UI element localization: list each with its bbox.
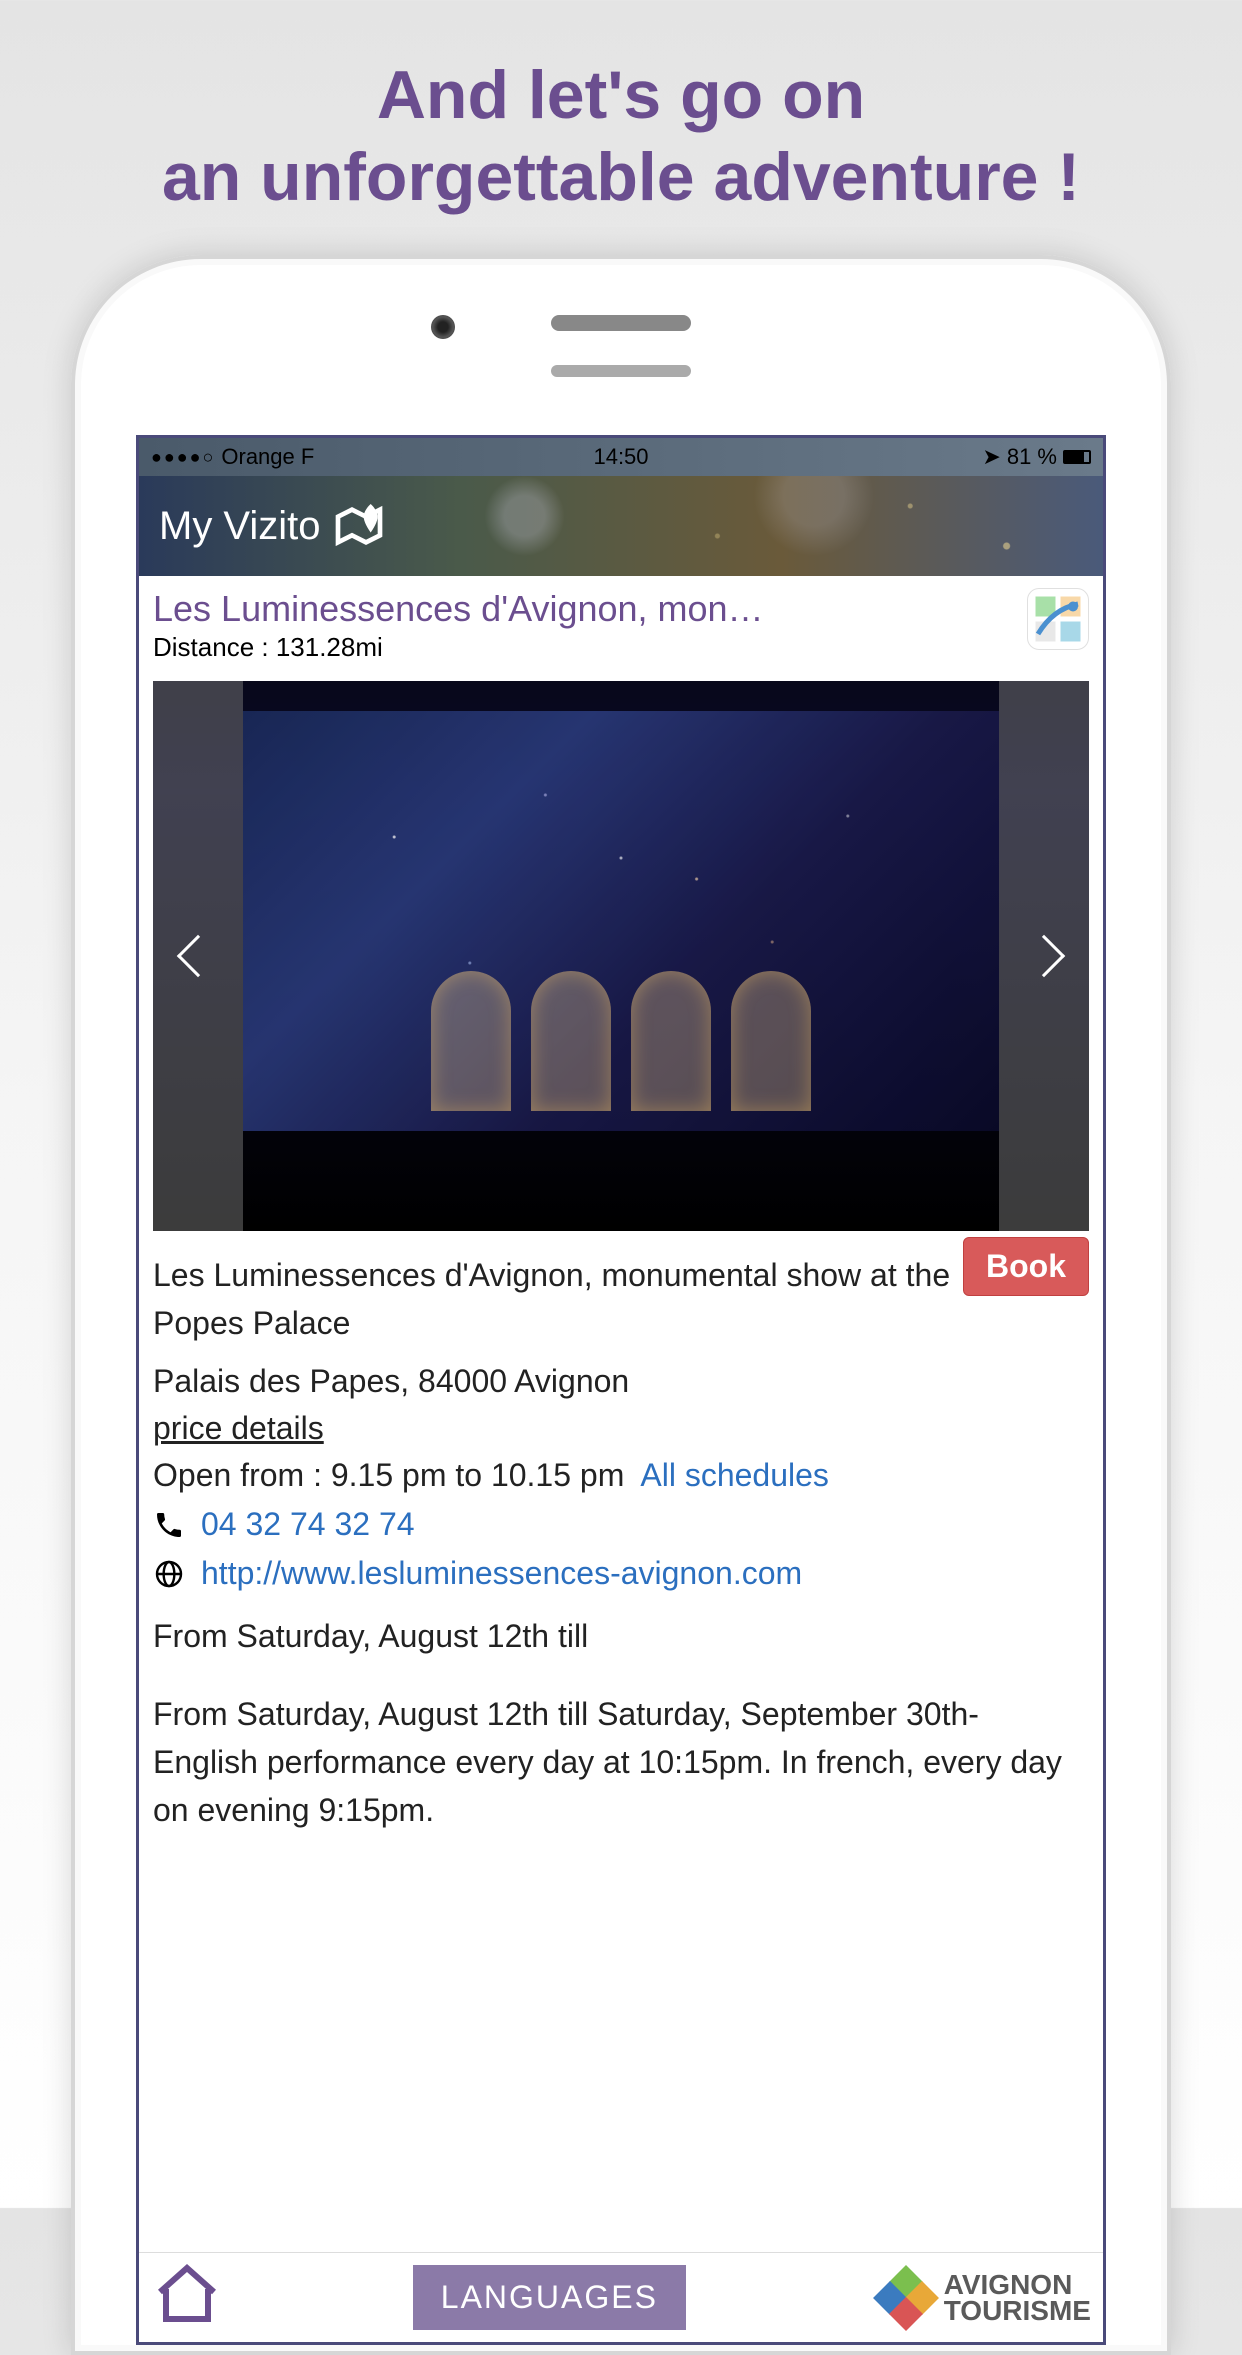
chevron-left-icon: [177, 935, 219, 977]
carousel-next-button[interactable]: [999, 681, 1089, 1231]
home-button[interactable]: [151, 2259, 223, 2336]
promo-headline: And let's go on an unforgettable adventu…: [0, 0, 1242, 218]
carousel-image: [431, 971, 811, 1111]
status-bar: ●●●●○ Orange F 14:50 ➤ 81 %: [139, 438, 1103, 476]
chevron-right-icon: [1023, 935, 1065, 977]
carousel-prev-button[interactable]: [153, 681, 243, 1231]
website-link[interactable]: http://www.lesluminessences-avignon.com: [201, 1555, 802, 1592]
phone-link[interactable]: 04 32 74 32 74: [201, 1506, 415, 1543]
logo-line1: AVIGNON: [944, 2272, 1091, 2297]
date-info-1: From Saturday, August 12th till: [153, 1612, 1089, 1660]
phone-camera: [431, 315, 455, 339]
globe-icon: [153, 1558, 185, 1590]
logo-line2: TOURISME: [944, 2298, 1091, 2323]
phone-home-indicator: [551, 365, 691, 377]
app-title: My Vizito: [159, 498, 387, 554]
date-info-2: From Saturday, August 12th till Saturday…: [153, 1690, 1089, 1834]
promo-line1: And let's go on: [0, 55, 1242, 137]
all-schedules-link[interactable]: All schedules: [640, 1457, 829, 1494]
languages-button[interactable]: LANGUAGES: [413, 2265, 686, 2330]
logo-diamonds-icon: [876, 2268, 936, 2328]
phone-speaker: [551, 315, 691, 331]
battery-label: 81 %: [1007, 444, 1057, 470]
bottom-nav: LANGUAGES AVIGNON TOURISME: [139, 2252, 1103, 2342]
location-icon: ➤: [982, 444, 1000, 470]
open-hours: Open from : 9.15 pm to 10.15 pm: [153, 1457, 624, 1494]
poi-description: Les Luminessences d'Avignon, monumental …: [153, 1251, 963, 1347]
poi-title: Les Luminessences d'Avignon, mon…: [153, 588, 764, 630]
price-details-link[interactable]: price details: [153, 1410, 1089, 1447]
app-screen: ●●●●○ Orange F 14:50 ➤ 81 % My Vizito: [136, 435, 1106, 2345]
signal-icon: ●●●●○: [151, 447, 215, 468]
promo-line2: an unforgettable adventure !: [0, 137, 1242, 219]
phone-frame: ●●●●○ Orange F 14:50 ➤ 81 % My Vizito: [71, 255, 1171, 2355]
map-pin-icon: [331, 498, 387, 554]
poi-distance: Distance : 131.28mi: [153, 632, 764, 663]
battery-icon: [1063, 450, 1091, 464]
book-button[interactable]: Book: [963, 1237, 1089, 1296]
phone-icon: [153, 1509, 185, 1541]
avignon-tourisme-logo[interactable]: AVIGNON TOURISME: [876, 2268, 1091, 2328]
image-carousel[interactable]: [153, 681, 1089, 1231]
status-time: 14:50: [593, 444, 648, 470]
poi-address: Palais des Papes, 84000 Avignon: [153, 1363, 1089, 1400]
carrier-label: Orange F: [221, 444, 314, 470]
app-header: My Vizito: [139, 476, 1103, 576]
map-button[interactable]: [1027, 588, 1089, 650]
